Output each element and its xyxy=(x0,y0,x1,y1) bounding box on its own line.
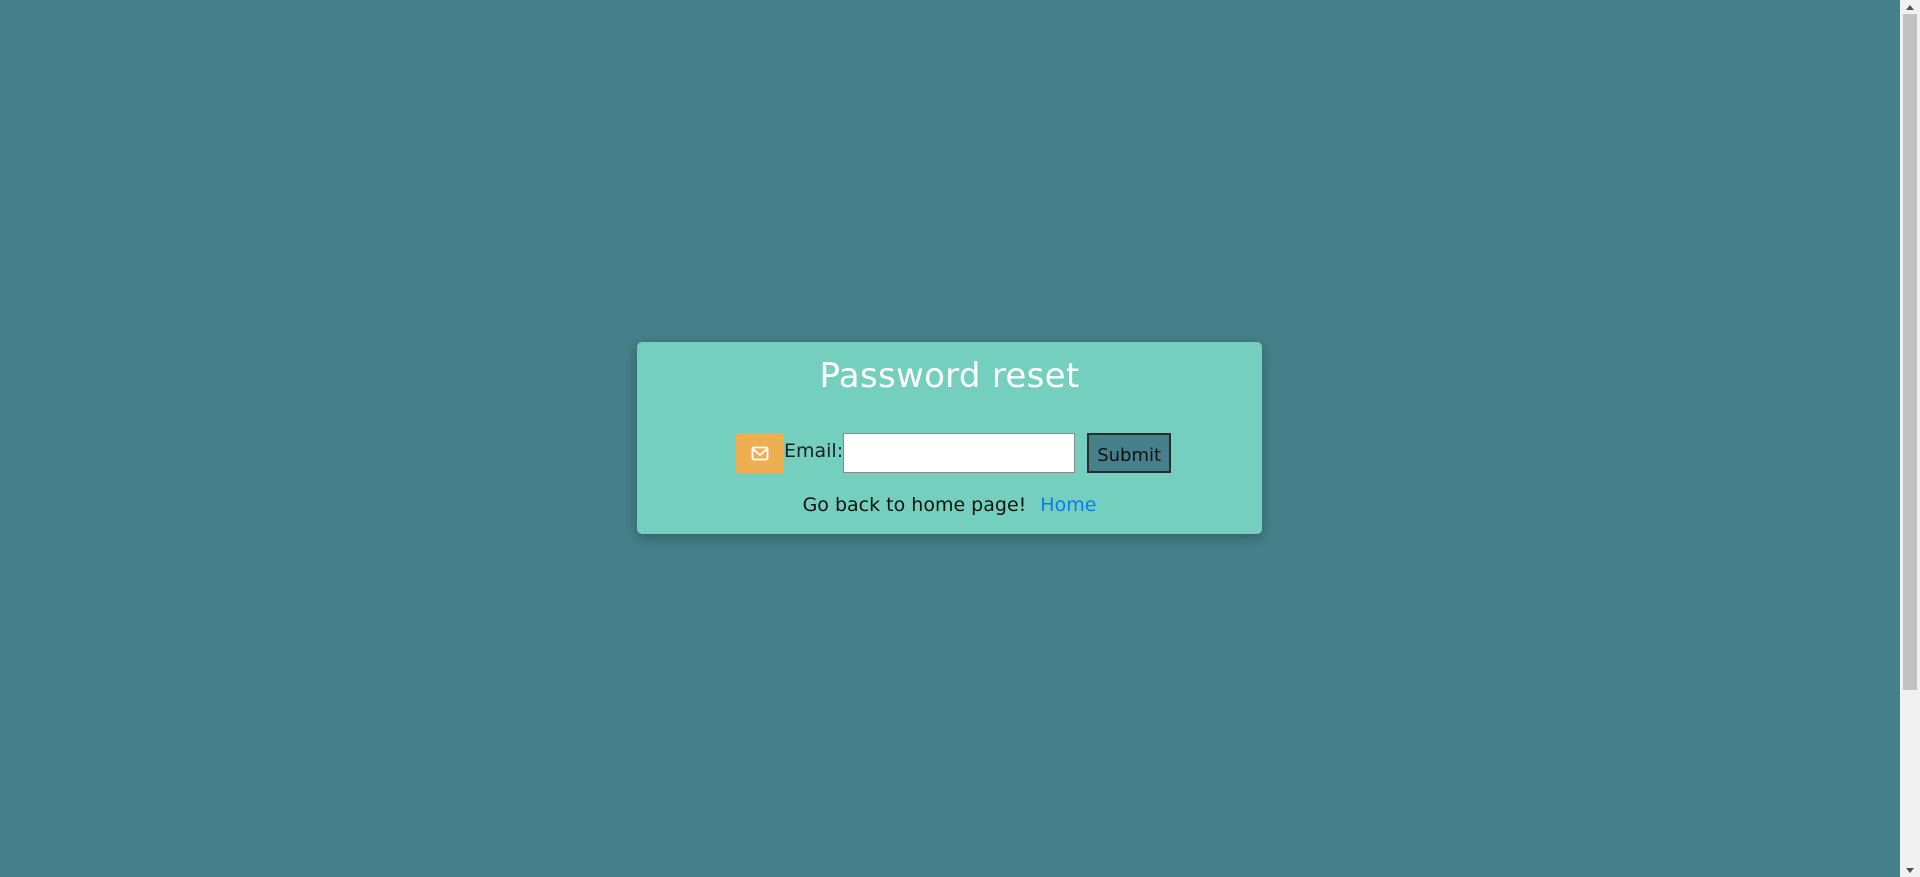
home-prompt-text: Go back to home page! xyxy=(802,494,1027,516)
submit-button[interactable]: Submit xyxy=(1087,433,1172,473)
email-field[interactable] xyxy=(843,433,1076,473)
email-icon-box xyxy=(736,433,784,473)
scroll-up-icon[interactable] xyxy=(1900,0,1920,14)
scroll-down-icon[interactable] xyxy=(1900,863,1920,877)
envelope-icon xyxy=(751,446,769,461)
password-reset-card: Password reset Email: Submit Go back to … xyxy=(637,342,1262,534)
scrollbar-thumb[interactable] xyxy=(1903,14,1917,690)
vertical-scrollbar[interactable] xyxy=(1900,0,1920,877)
home-link[interactable]: Home xyxy=(1040,494,1096,516)
home-prompt: Go back to home page! Home xyxy=(637,494,1262,516)
reset-form: Email: Submit xyxy=(736,432,1172,474)
page-title: Password reset xyxy=(819,356,1080,396)
email-label: Email: xyxy=(784,440,844,462)
